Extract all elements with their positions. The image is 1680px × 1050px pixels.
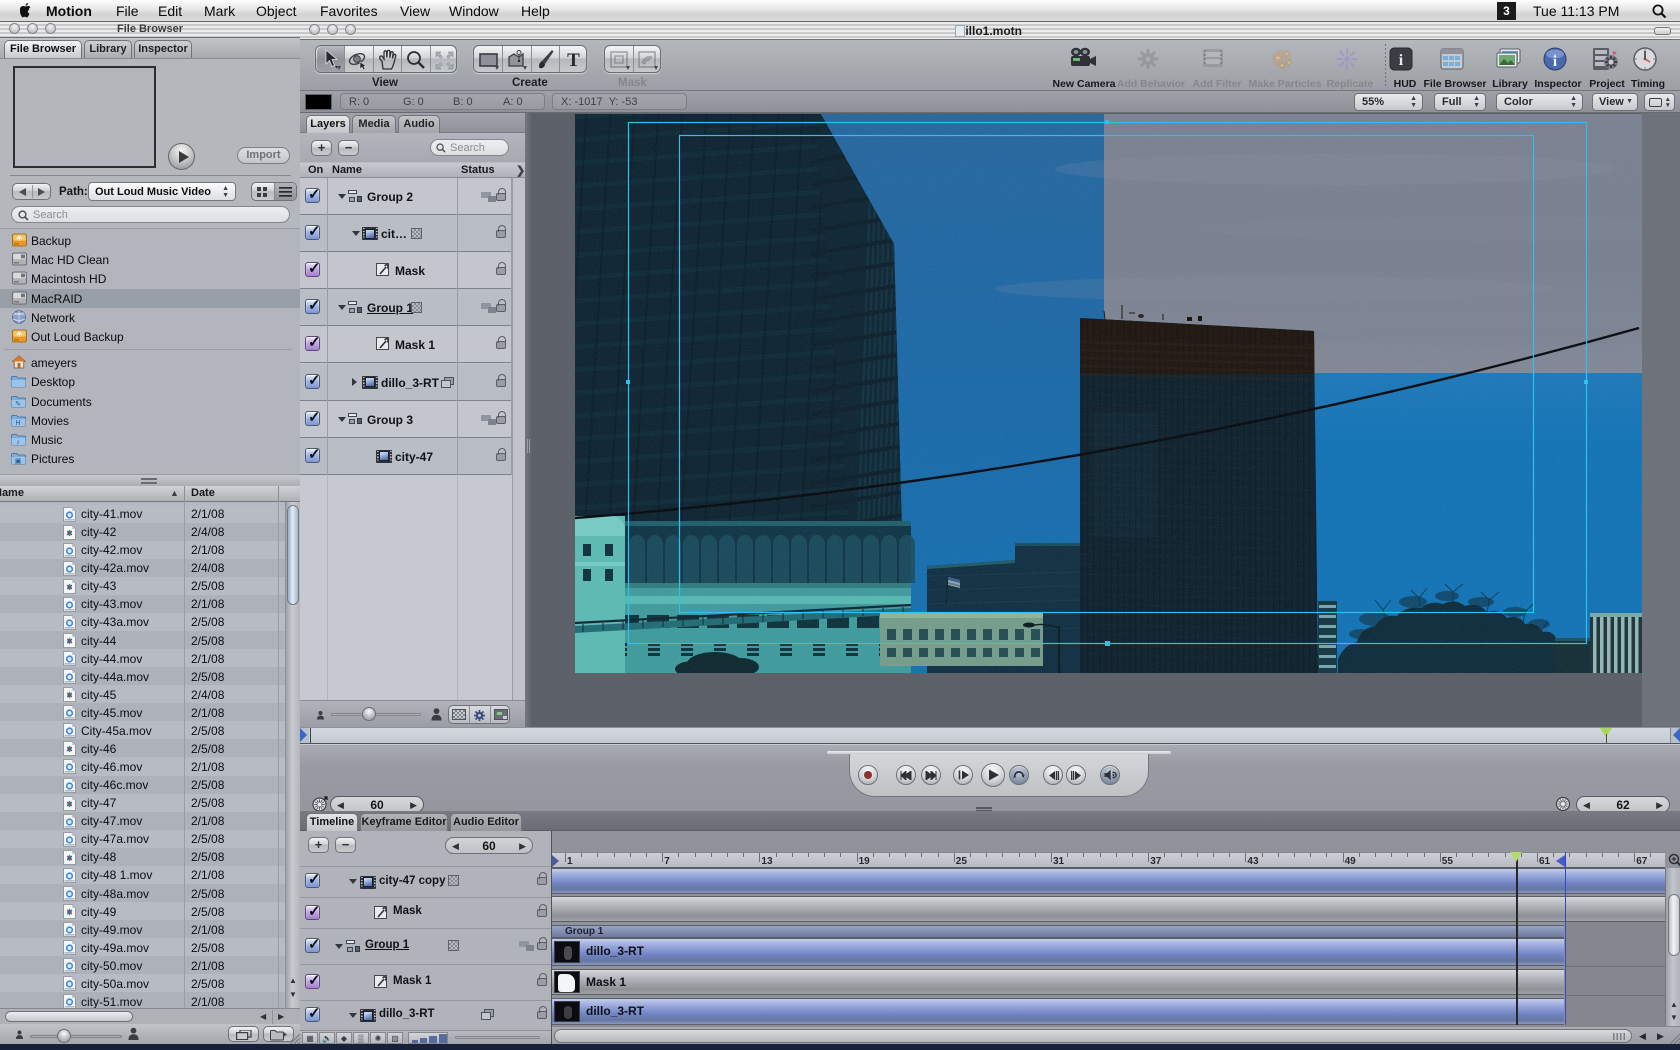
svg-text:i: i — [1553, 54, 1557, 70]
svg-text:♪: ♪ — [16, 439, 20, 446]
svg-text:▣: ▣ — [15, 458, 22, 465]
svg-text:H: H — [15, 420, 20, 427]
svg-text:✎: ✎ — [15, 401, 21, 408]
svg-text:T: T — [567, 50, 580, 70]
svg-text:i: i — [1399, 52, 1404, 69]
